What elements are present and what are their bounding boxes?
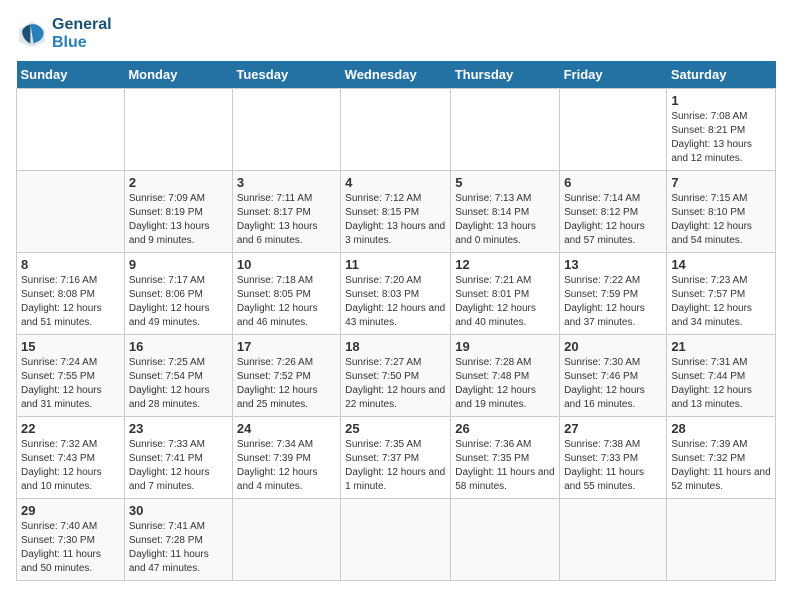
empty-cell xyxy=(451,89,560,171)
calendar-week: 2Sunrise: 7:09 AMSunset: 8:19 PMDaylight… xyxy=(17,171,776,253)
col-header-monday: Monday xyxy=(124,61,232,89)
logo: General Blue xyxy=(16,16,112,51)
empty-cell xyxy=(560,89,667,171)
header-row: SundayMondayTuesdayWednesdayThursdayFrid… xyxy=(17,61,776,89)
calendar-week: 15Sunrise: 7:24 AMSunset: 7:55 PMDayligh… xyxy=(17,335,776,417)
calendar-day: 27Sunrise: 7:38 AMSunset: 7:33 PMDayligh… xyxy=(560,417,667,499)
calendar-day: 2Sunrise: 7:09 AMSunset: 8:19 PMDaylight… xyxy=(124,171,232,253)
col-header-saturday: Saturday xyxy=(667,61,776,89)
page-header: General Blue xyxy=(16,16,776,51)
col-header-friday: Friday xyxy=(560,61,667,89)
calendar-day: 8Sunrise: 7:16 AMSunset: 8:08 PMDaylight… xyxy=(17,253,125,335)
calendar-day: 16Sunrise: 7:25 AMSunset: 7:54 PMDayligh… xyxy=(124,335,232,417)
empty-cell xyxy=(124,89,232,171)
calendar-day: 17Sunrise: 7:26 AMSunset: 7:52 PMDayligh… xyxy=(232,335,340,417)
calendar-table: SundayMondayTuesdayWednesdayThursdayFrid… xyxy=(16,61,776,581)
calendar-day: 24Sunrise: 7:34 AMSunset: 7:39 PMDayligh… xyxy=(232,417,340,499)
calendar-day: 15Sunrise: 7:24 AMSunset: 7:55 PMDayligh… xyxy=(17,335,125,417)
calendar-day xyxy=(232,499,340,581)
calendar-day: 12Sunrise: 7:21 AMSunset: 8:01 PMDayligh… xyxy=(451,253,560,335)
calendar-day xyxy=(451,499,560,581)
calendar-week: 8Sunrise: 7:16 AMSunset: 8:08 PMDaylight… xyxy=(17,253,776,335)
empty-cell xyxy=(17,89,125,171)
calendar-day: 25Sunrise: 7:35 AMSunset: 7:37 PMDayligh… xyxy=(341,417,451,499)
calendar-day xyxy=(17,171,125,253)
calendar-day: 4Sunrise: 7:12 AMSunset: 8:15 PMDaylight… xyxy=(341,171,451,253)
calendar-day xyxy=(560,499,667,581)
calendar-day: 29Sunrise: 7:40 AMSunset: 7:30 PMDayligh… xyxy=(17,499,125,581)
calendar-week: 1Sunrise: 7:08 AMSunset: 8:21 PMDaylight… xyxy=(17,89,776,171)
logo-text: General Blue xyxy=(52,16,112,51)
calendar-day: 22Sunrise: 7:32 AMSunset: 7:43 PMDayligh… xyxy=(17,417,125,499)
calendar-day: 14Sunrise: 7:23 AMSunset: 7:57 PMDayligh… xyxy=(667,253,776,335)
calendar-day: 21Sunrise: 7:31 AMSunset: 7:44 PMDayligh… xyxy=(667,335,776,417)
calendar-day: 28Sunrise: 7:39 AMSunset: 7:32 PMDayligh… xyxy=(667,417,776,499)
logo-icon xyxy=(16,18,48,50)
col-header-thursday: Thursday xyxy=(451,61,560,89)
calendar-day: 19Sunrise: 7:28 AMSunset: 7:48 PMDayligh… xyxy=(451,335,560,417)
calendar-day: 1Sunrise: 7:08 AMSunset: 8:21 PMDaylight… xyxy=(667,89,776,171)
calendar-day: 26Sunrise: 7:36 AMSunset: 7:35 PMDayligh… xyxy=(451,417,560,499)
calendar-day: 11Sunrise: 7:20 AMSunset: 8:03 PMDayligh… xyxy=(341,253,451,335)
calendar-day: 20Sunrise: 7:30 AMSunset: 7:46 PMDayligh… xyxy=(560,335,667,417)
calendar-day xyxy=(341,499,451,581)
col-header-sunday: Sunday xyxy=(17,61,125,89)
calendar-day xyxy=(667,499,776,581)
calendar-day: 3Sunrise: 7:11 AMSunset: 8:17 PMDaylight… xyxy=(232,171,340,253)
calendar-day: 10Sunrise: 7:18 AMSunset: 8:05 PMDayligh… xyxy=(232,253,340,335)
calendar-day: 6Sunrise: 7:14 AMSunset: 8:12 PMDaylight… xyxy=(560,171,667,253)
calendar-day: 7Sunrise: 7:15 AMSunset: 8:10 PMDaylight… xyxy=(667,171,776,253)
calendar-day: 18Sunrise: 7:27 AMSunset: 7:50 PMDayligh… xyxy=(341,335,451,417)
calendar-day: 5Sunrise: 7:13 AMSunset: 8:14 PMDaylight… xyxy=(451,171,560,253)
calendar-week: 29Sunrise: 7:40 AMSunset: 7:30 PMDayligh… xyxy=(17,499,776,581)
empty-cell xyxy=(341,89,451,171)
calendar-day: 9Sunrise: 7:17 AMSunset: 8:06 PMDaylight… xyxy=(124,253,232,335)
calendar-day: 30Sunrise: 7:41 AMSunset: 7:28 PMDayligh… xyxy=(124,499,232,581)
col-header-wednesday: Wednesday xyxy=(341,61,451,89)
calendar-day: 13Sunrise: 7:22 AMSunset: 7:59 PMDayligh… xyxy=(560,253,667,335)
calendar-day: 23Sunrise: 7:33 AMSunset: 7:41 PMDayligh… xyxy=(124,417,232,499)
col-header-tuesday: Tuesday xyxy=(232,61,340,89)
calendar-week: 22Sunrise: 7:32 AMSunset: 7:43 PMDayligh… xyxy=(17,417,776,499)
empty-cell xyxy=(232,89,340,171)
